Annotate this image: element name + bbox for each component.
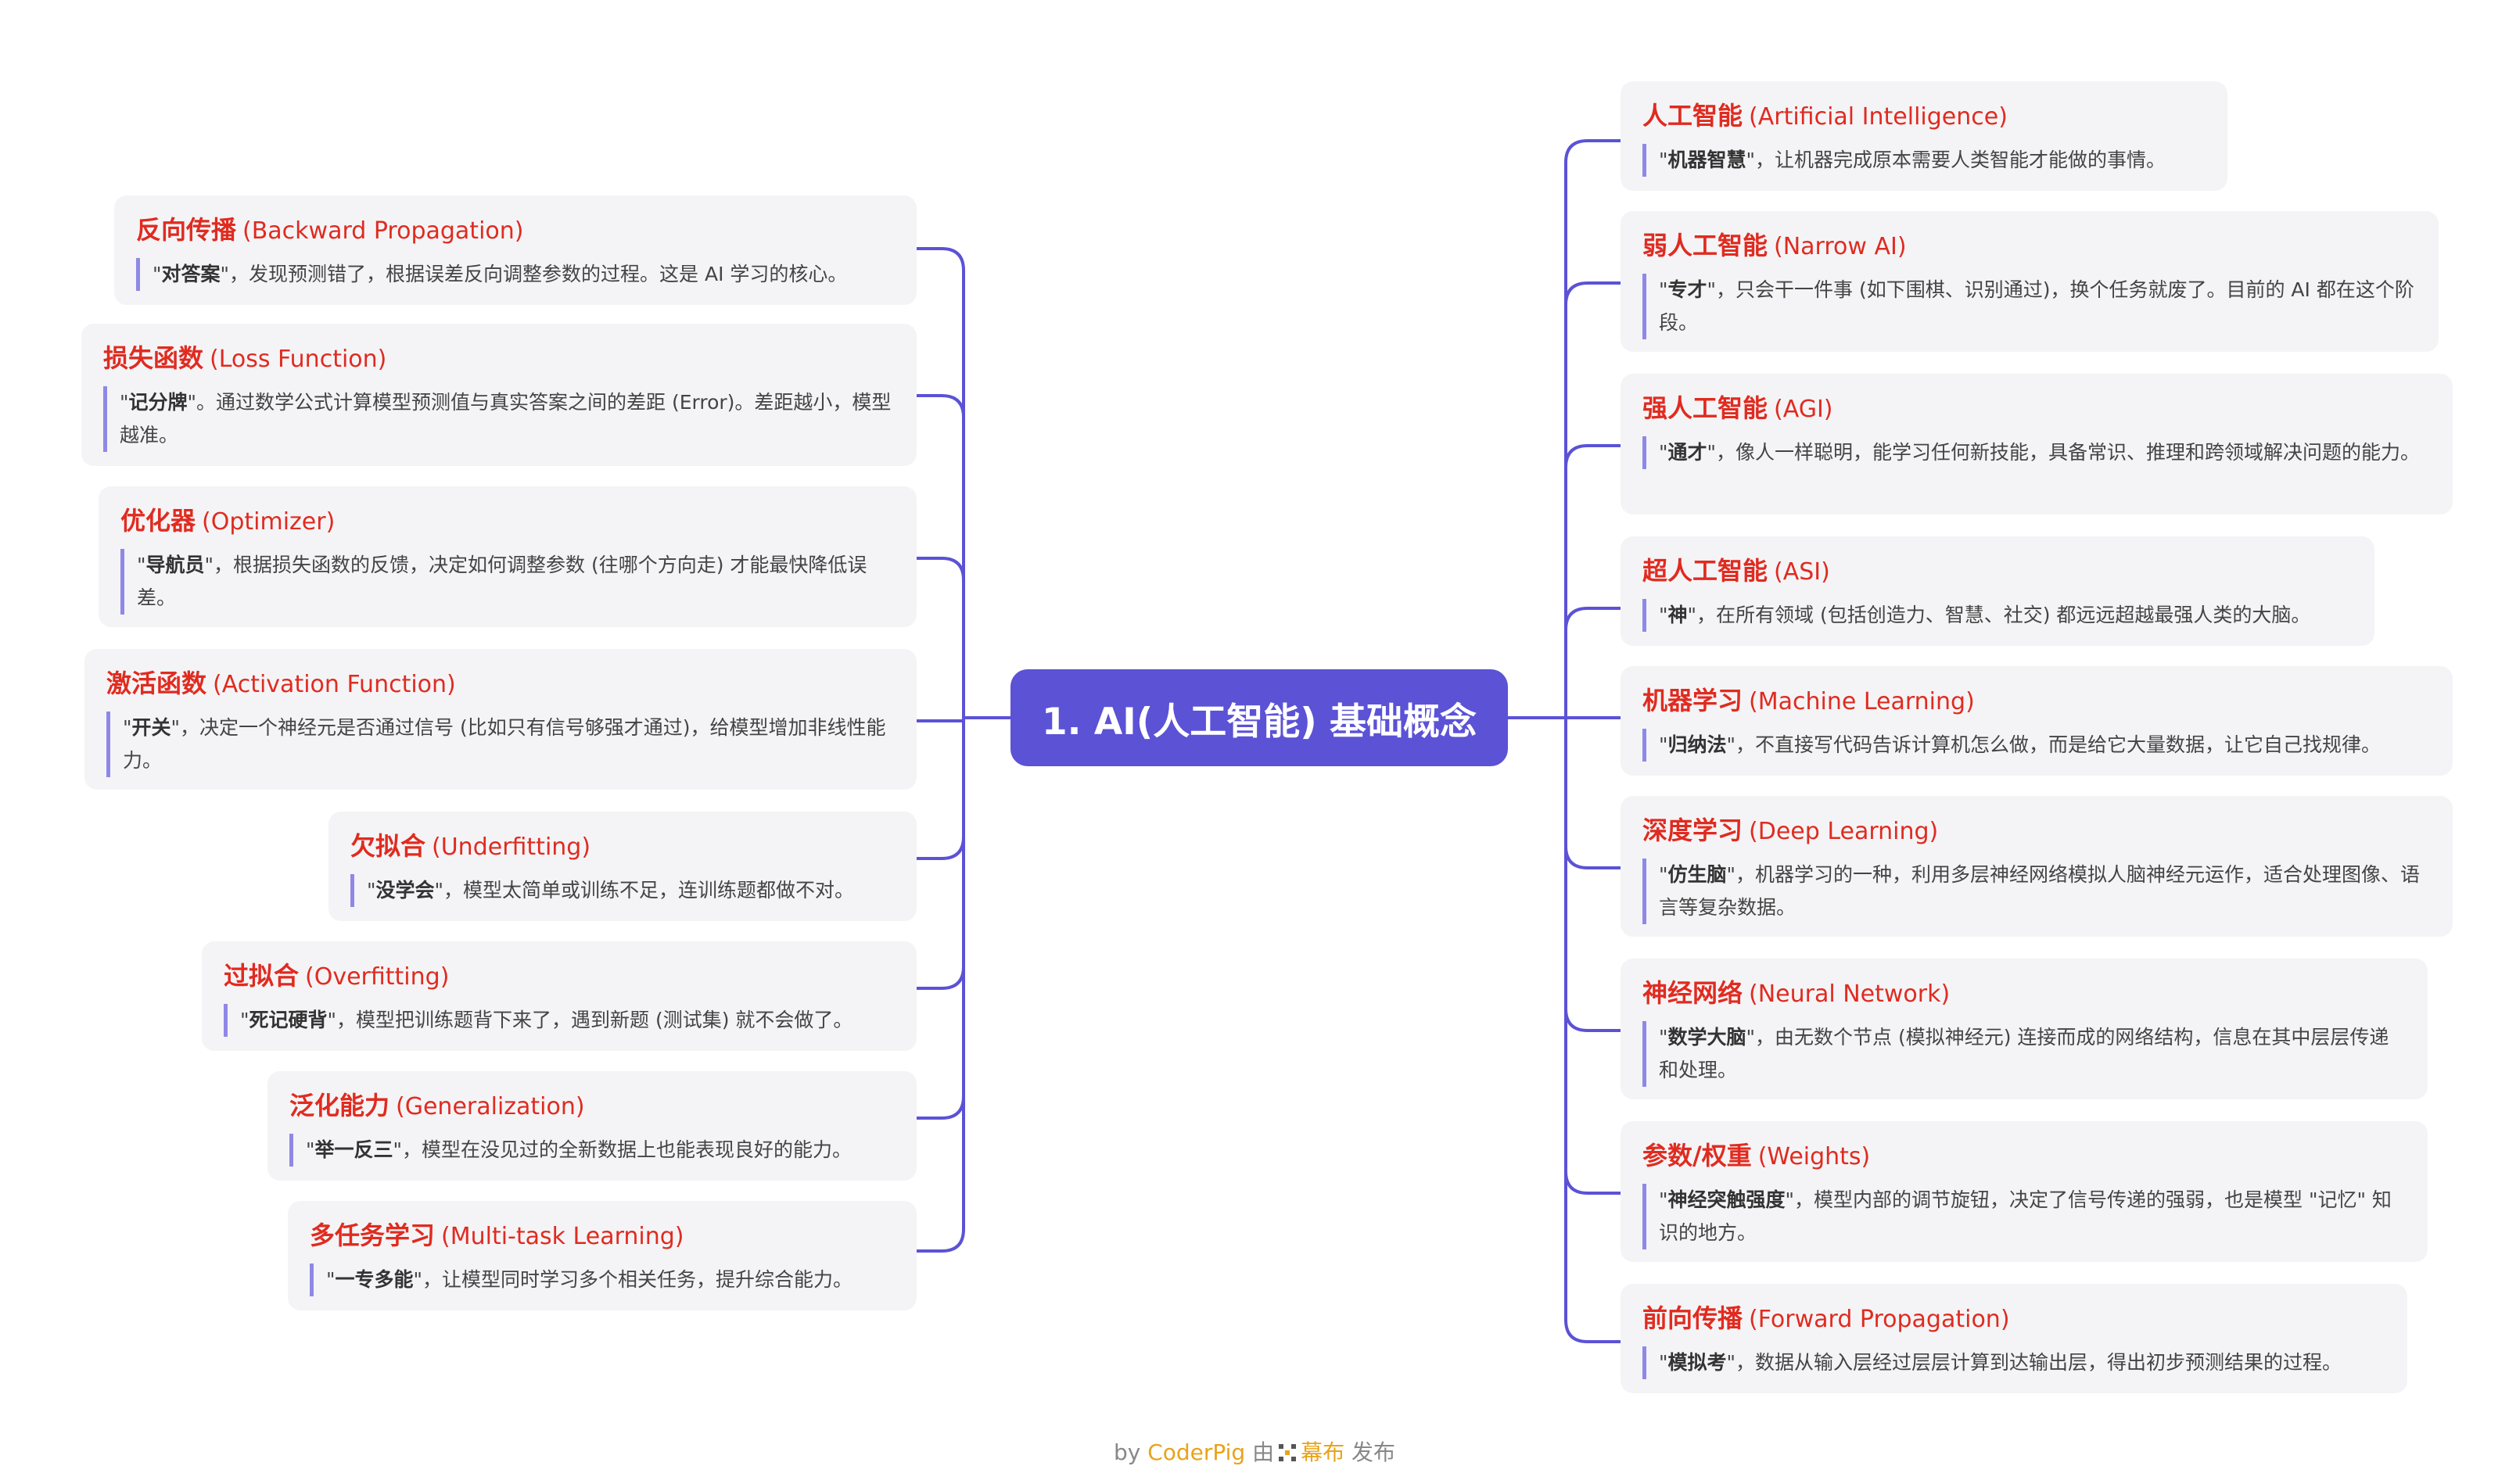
- node-underfitting[interactable]: 欠拟合 (Underfitting) "没学会"，模型太简单或训练不足，连训练题都…: [328, 812, 917, 921]
- node-title: 过拟合 (Overfitting): [224, 961, 450, 991]
- node-title: 优化器 (Optimizer): [120, 506, 336, 536]
- node-optimizer[interactable]: 优化器 (Optimizer) "导航员"，根据损失函数的反馈，决定如何调整参数 …: [99, 486, 917, 627]
- footer-app-link[interactable]: 幕布: [1301, 1439, 1344, 1465]
- node-title: 参数/权重 (Weights): [1642, 1141, 1871, 1170]
- central-topic[interactable]: 1. AI(人工智能) 基础概念: [1010, 669, 1508, 766]
- node-title: 激活函数 (Activation Function): [106, 669, 456, 698]
- node-loss-function[interactable]: 损失函数 (Loss Function) "记分牌"。通过数学公式计算模型预测值与…: [81, 324, 917, 466]
- node-backward-propagation[interactable]: 反向传播 (Backward Propagation) "对答案"，发现预测错了，…: [114, 195, 917, 305]
- node-description: "开关"，决定一个神经元是否通过信号 (比如只有信号够强才通过)，给模型增加非线…: [106, 712, 895, 777]
- node-title: 机器学习 (Machine Learning): [1642, 686, 1975, 715]
- node-description: "对答案"，发现预测错了，根据误差反向调整参数的过程。这是 AI 学习的核心。: [136, 258, 895, 291]
- node-description: "归纳法"，不直接写代码告诉计算机怎么做，而是给它大量数据，让它自己找规律。: [1642, 729, 2431, 762]
- node-description: "记分牌"。通过数学公式计算模型预测值与真实答案之间的差距 (Error)。差距…: [103, 386, 895, 452]
- node-agi[interactable]: 强人工智能 (AGI) "通才"，像人一样聪明，能学习任何新技能，具备常识、推理和…: [1621, 374, 2453, 514]
- central-topic-label: 1. AI(人工智能) 基础概念: [1041, 700, 1477, 744]
- node-title: 反向传播 (Backward Propagation): [136, 215, 524, 245]
- connector-line: [1564, 716, 1622, 1195]
- node-description: "通才"，像人一样聪明，能学习任何新技能，具备常识、推理和跨领域解决问题的能力。: [1642, 436, 2431, 469]
- node-description: "机器智慧"，让机器完成原本需要人类智能才能做的事情。: [1642, 144, 2206, 177]
- node-weights[interactable]: 参数/权重 (Weights) "神经突触强度"，模型内部的调节旋钮，决定了信号传…: [1621, 1121, 2428, 1262]
- node-title: 损失函数 (Loss Function): [103, 343, 387, 373]
- footer-by: by: [1113, 1439, 1141, 1465]
- mubu-logo-icon: [1279, 1444, 1297, 1461]
- node-description: "导航员"，根据损失函数的反馈，决定如何调整参数 (往哪个方向走) 才能最快降低…: [120, 549, 895, 615]
- footer-published: 发布: [1351, 1439, 1396, 1465]
- connector-line: [915, 716, 965, 1120]
- node-artificial-intelligence[interactable]: 人工智能 (Artificial Intelligence) "机器智慧"，让机器…: [1621, 81, 2227, 191]
- node-title: 神经网络 (Neural Network): [1642, 978, 1951, 1008]
- node-title: 超人工智能 (ASI): [1642, 556, 1830, 586]
- node-narrow-ai[interactable]: 弱人工智能 (Narrow AI) "专才"，只会干一件事 (如下围棋、识别通过)…: [1621, 211, 2439, 352]
- node-title: 泛化能力 (Generalization): [289, 1091, 585, 1120]
- node-title: 多任务学习 (Multi-task Learning): [310, 1221, 684, 1250]
- connector-line: [1564, 716, 1622, 1032]
- connector-line: [1564, 607, 1622, 719]
- node-title: 前向传播 (Forward Propagation): [1642, 1303, 2010, 1333]
- connector-line: [1564, 139, 1622, 719]
- connector-line: [1564, 444, 1622, 719]
- connector-line: [915, 247, 965, 719]
- footer-credit: by CoderPig 由幕布 发布: [0, 1436, 2509, 1467]
- connector-line: [1564, 281, 1622, 719]
- connector-line: [915, 716, 965, 860]
- node-description: "一专多能"，让模型同时学习多个相关任务，提升综合能力。: [310, 1264, 895, 1296]
- node-overfitting[interactable]: 过拟合 (Overfitting) "死记硬背"，模型把训练题背下来了，遇到新题 …: [202, 941, 917, 1051]
- node-description: "死记硬背"，模型把训练题背下来了，遇到新题 (测试集) 就不会做了。: [224, 1004, 895, 1037]
- node-multi-task-learning[interactable]: 多任务学习 (Multi-task Learning) "一专多能"，让模型同时学…: [288, 1201, 917, 1310]
- footer-via: 由: [1252, 1439, 1275, 1465]
- node-generalization[interactable]: 泛化能力 (Generalization) "举一反三"，模型在没见过的全新数据上…: [267, 1071, 917, 1181]
- node-description: "模拟考"，数据从输入层经过层层计算到达输出层，得出初步预测结果的过程。: [1642, 1346, 2385, 1379]
- node-description: "没学会"，模型太简单或训练不足，连训练题都做不对。: [350, 874, 895, 907]
- connector-line: [1564, 716, 1622, 869]
- node-description: "仿生脑"，机器学习的一种，利用多层神经网络模拟人脑神经元运作，适合处理图像、语…: [1642, 858, 2431, 924]
- node-title: 强人工智能 (AGI): [1642, 393, 1833, 423]
- node-asi[interactable]: 超人工智能 (ASI) "神"，在所有领域 (包括创造力、智慧、社交) 都远远超越…: [1621, 536, 2374, 646]
- node-description: "举一反三"，模型在没见过的全新数据上也能表现良好的能力。: [289, 1134, 895, 1167]
- node-description: "神"，在所有领域 (包括创造力、智慧、社交) 都远远超越最强人类的大脑。: [1642, 599, 2353, 632]
- node-forward-propagation[interactable]: 前向传播 (Forward Propagation) "模拟考"，数据从输入层经过…: [1621, 1284, 2407, 1393]
- node-deep-learning[interactable]: 深度学习 (Deep Learning) "仿生脑"，机器学习的一种，利用多层神经…: [1621, 796, 2453, 937]
- node-description: "数学大脑"，由无数个节点 (模拟神经元) 连接而成的网络结构，信息在其中层层传…: [1642, 1021, 2406, 1087]
- connector-line: [915, 716, 965, 722]
- node-title: 欠拟合 (Underfitting): [350, 831, 591, 861]
- node-description: "专才"，只会干一件事 (如下围棋、识别通过)，换个任务就废了。目前的 AI 都…: [1642, 274, 2417, 339]
- node-title: 弱人工智能 (Narrow AI): [1642, 231, 1907, 260]
- node-machine-learning[interactable]: 机器学习 (Machine Learning) "归纳法"，不直接写代码告诉计算机…: [1621, 666, 2453, 776]
- node-description: "神经突触强度"，模型内部的调节旋钮，决定了信号传递的强弱，也是模型 "记忆" …: [1642, 1184, 2406, 1249]
- node-title: 深度学习 (Deep Learning): [1642, 815, 1939, 845]
- node-neural-network[interactable]: 神经网络 (Neural Network) "数学大脑"，由无数个节点 (模拟神经…: [1621, 959, 2428, 1099]
- connector-line: [915, 557, 965, 719]
- node-activation-function[interactable]: 激活函数 (Activation Function) "开关"，决定一个神经元是否…: [84, 649, 917, 790]
- node-title: 人工智能 (Artificial Intelligence): [1642, 101, 2008, 131]
- footer-author-link[interactable]: CoderPig: [1147, 1439, 1245, 1465]
